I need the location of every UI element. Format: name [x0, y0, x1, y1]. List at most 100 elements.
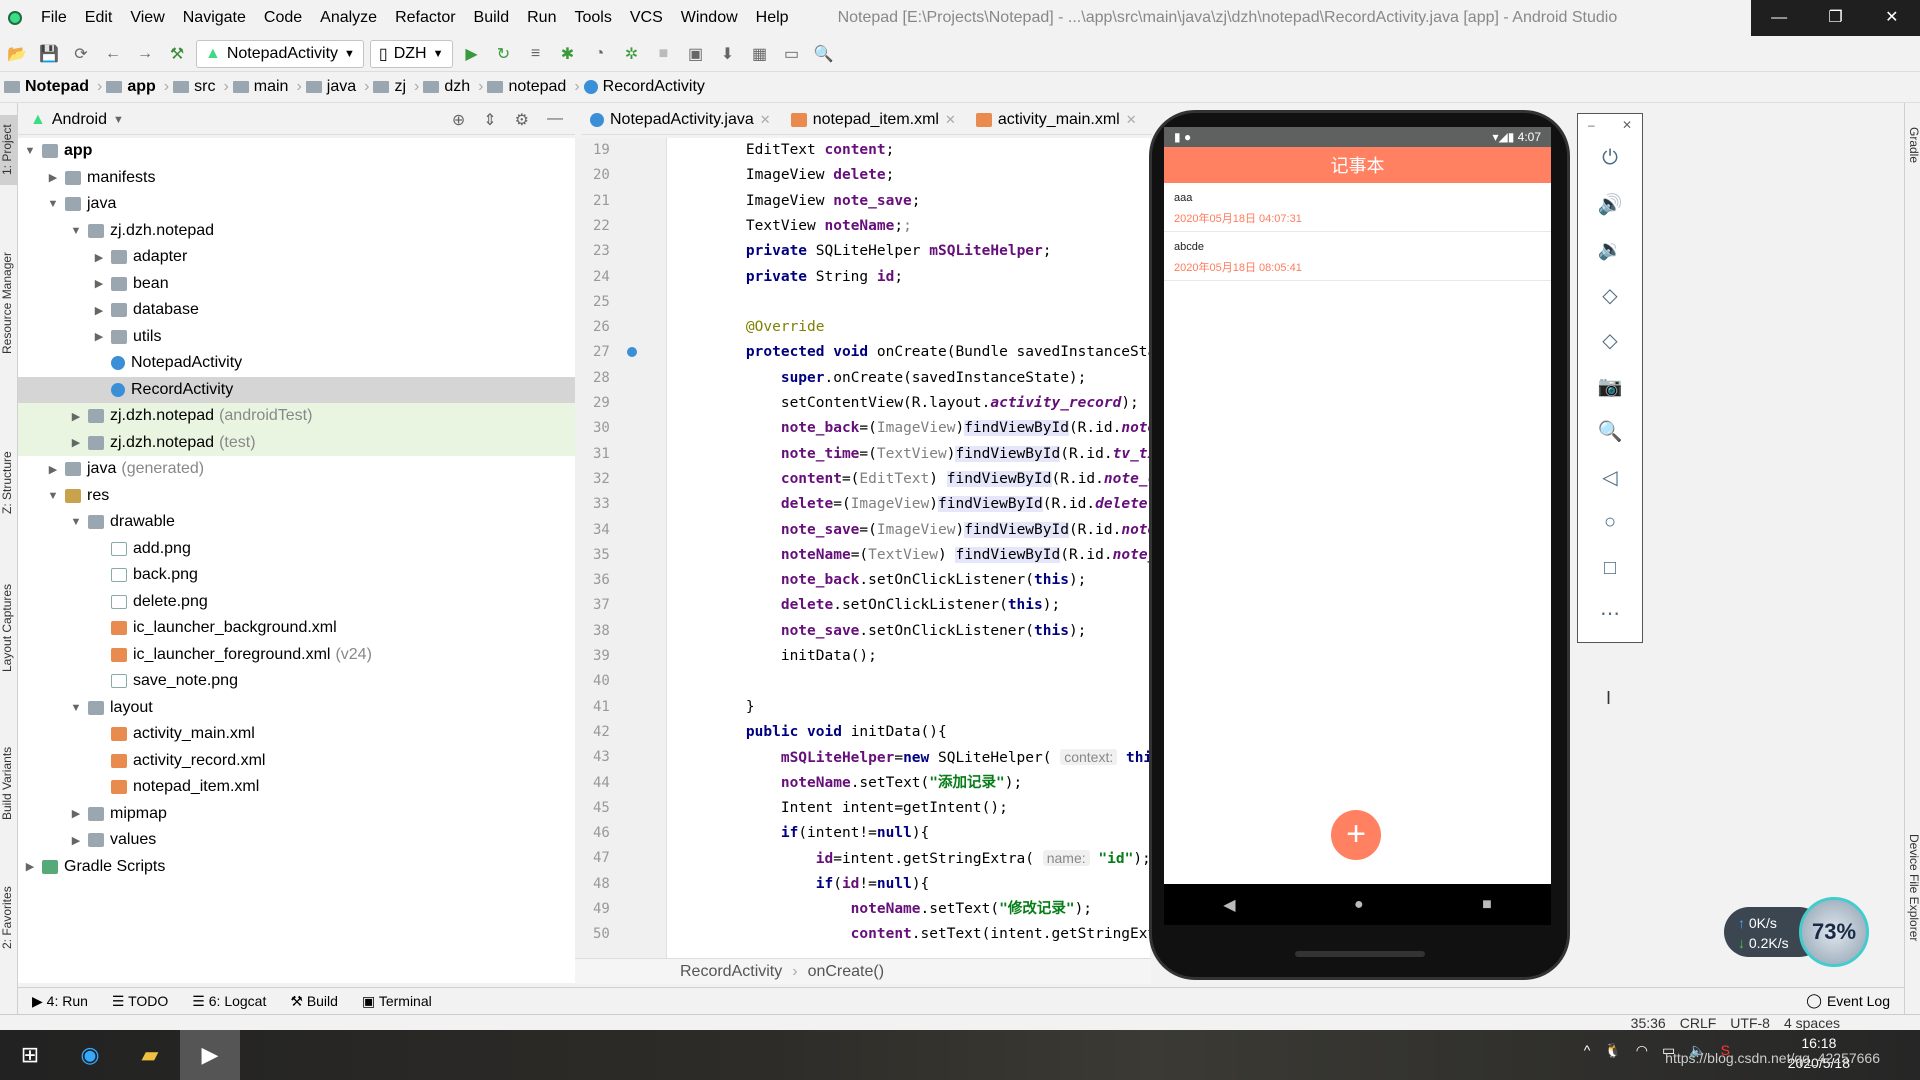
breadcrumb-item[interactable]: zj	[373, 78, 410, 96]
tool-tab-gradle[interactable]: Gradle	[1905, 115, 1920, 175]
tool-tab-device-file-explorer[interactable]: Device File Explorer	[1905, 803, 1920, 973]
code-line[interactable]: Intent intent=getIntent();	[711, 796, 1008, 821]
code-editor[interactable]: EditText content; ImageView delete; Imag…	[667, 138, 1150, 958]
collapsed-arrow-icon[interactable]: ▶	[45, 171, 61, 184]
volume-down-icon[interactable]: 🔉	[1598, 227, 1623, 273]
file-encoding[interactable]: UTF-8	[1730, 1015, 1770, 1031]
attach-debugger-icon[interactable]: ✲	[619, 41, 645, 67]
tree-item[interactable]: save_note.png	[18, 668, 575, 695]
code-line[interactable]: note_save=(ImageView)findViewById(R.id.n…	[711, 518, 1150, 543]
breadcrumb-item[interactable]: dzh	[423, 78, 474, 96]
home-icon[interactable]: ○	[1604, 500, 1616, 546]
collapsed-arrow-icon[interactable]: ▶	[91, 330, 107, 343]
code-line[interactable]: private String id;	[711, 265, 903, 290]
qq-icon[interactable]: 🐧	[1604, 1042, 1621, 1059]
android-studio-taskbar-icon[interactable]: ▶	[180, 1030, 240, 1080]
code-line[interactable]: super.onCreate(savedInstanceState);	[711, 366, 1087, 391]
open-icon[interactable]: 📂	[4, 41, 30, 67]
tree-item[interactable]: ▶ adapter	[18, 244, 575, 271]
file-explorer-icon[interactable]: ▰	[120, 1030, 180, 1080]
breadcrumb-item[interactable]: main	[232, 78, 293, 96]
code-line[interactable]: noteName.setText("添加记录");	[711, 771, 1022, 796]
crumb-class[interactable]: RecordActivity	[680, 963, 782, 981]
breadcrumb-item[interactable]: app	[106, 78, 159, 96]
more-icon[interactable]: ⋯	[1600, 591, 1620, 637]
tree-item[interactable]: ▼ res	[18, 483, 575, 510]
tool-tab-resource-manager[interactable]: Resource Manager	[0, 238, 18, 368]
project-view-select[interactable]: Android	[52, 111, 107, 129]
expanded-arrow-icon[interactable]: ▼	[45, 198, 61, 210]
code-line[interactable]: id=intent.getStringExtra( name: "id");	[711, 846, 1150, 871]
menu-tools[interactable]: Tools	[565, 9, 620, 27]
tool-tab-build-variants[interactable]: Build Variants	[0, 733, 18, 833]
sync-icon[interactable]: ⟳	[68, 41, 94, 67]
menu-help[interactable]: Help	[747, 9, 798, 27]
make-hammer-icon[interactable]: ⚒	[164, 41, 190, 67]
browser-icon[interactable]: ◉	[60, 1030, 120, 1080]
tree-item[interactable]: ▶ database	[18, 297, 575, 324]
tree-item[interactable]: ▶ bean	[18, 271, 575, 298]
code-line[interactable]: initData();	[711, 644, 877, 669]
collapse-all-icon[interactable]: ⇕	[483, 110, 496, 130]
code-line[interactable]: content.setText(intent.getStringExtr	[711, 922, 1150, 947]
nav-recents-icon[interactable]: ■	[1482, 896, 1492, 914]
caret-position[interactable]: 35:36	[1631, 1015, 1666, 1031]
tree-item[interactable]: ▼ drawable	[18, 509, 575, 536]
tree-item[interactable]: ▶ Gradle Scripts	[18, 854, 575, 881]
collapsed-arrow-icon[interactable]: ▶	[68, 410, 84, 423]
locate-icon[interactable]: ⊕	[452, 110, 465, 130]
code-line[interactable]: mSQLiteHelper=new SQLiteHelper( context:…	[711, 745, 1150, 770]
breadcrumb-item[interactable]: notepad	[487, 78, 570, 96]
collapsed-arrow-icon[interactable]: ▶	[68, 807, 84, 820]
tab-run[interactable]: ▶ 4: Run	[32, 993, 88, 1010]
minimize-icon[interactable]: –	[1588, 118, 1595, 132]
sdk-manager-icon[interactable]: ⬇	[715, 41, 741, 67]
close-tab-icon[interactable]: ✕	[1126, 112, 1137, 128]
menu-file[interactable]: File	[32, 9, 76, 27]
search-icon[interactable]: 🔍	[811, 41, 837, 67]
code-line[interactable]: TextView noteName;;	[711, 214, 912, 239]
tree-item[interactable]: ▼ java	[18, 191, 575, 218]
breadcrumb-item[interactable]: Notepad	[4, 78, 93, 96]
crumb-method[interactable]: onCreate()	[808, 963, 884, 981]
overview-icon[interactable]: □	[1604, 546, 1616, 592]
tree-item[interactable]: notepad_item.xml	[18, 774, 575, 801]
collapsed-arrow-icon[interactable]: ▶	[45, 463, 61, 476]
tree-item[interactable]: activity_main.xml	[18, 721, 575, 748]
project-structure-icon[interactable]: ▦	[747, 41, 773, 67]
forward-icon[interactable]: →	[132, 41, 158, 67]
tab-terminal[interactable]: ▣ Terminal	[362, 993, 432, 1010]
apply-changes-icon[interactable]: ↻	[491, 41, 517, 67]
run-icon[interactable]: ▶	[459, 41, 485, 67]
back-icon[interactable]: ←	[100, 41, 126, 67]
code-line[interactable]: @Override	[711, 315, 825, 340]
breadcrumb-item[interactable]: java	[305, 78, 360, 96]
memory-percent[interactable]: 73%	[1799, 897, 1869, 967]
tree-item[interactable]: ic_launcher_foreground.xml (v24)	[18, 642, 575, 669]
tool-tab-project[interactable]: 1: Project	[0, 115, 18, 185]
code-line[interactable]: public void initData(){	[711, 720, 947, 745]
tab-logcat[interactable]: ☰ 6: Logcat	[192, 993, 266, 1010]
nav-home-icon[interactable]: ●	[1354, 896, 1364, 914]
tool-tab-structure[interactable]: Z: Structure	[0, 443, 18, 523]
tree-item[interactable]: delete.png	[18, 589, 575, 616]
indent-setting[interactable]: 4 spaces	[1784, 1015, 1840, 1031]
menu-navigate[interactable]: Navigate	[174, 9, 255, 27]
tree-item[interactable]: ▼ zj.dzh.notepad	[18, 218, 575, 245]
code-line[interactable]: }	[711, 695, 755, 720]
avd-manager-icon[interactable]: ▣	[683, 41, 709, 67]
code-line[interactable]: note_save.setOnClickListener(this);	[711, 619, 1087, 644]
note-list-item[interactable]: abcde 2020年05月18日 08:05:41	[1164, 232, 1551, 281]
volume-up-icon[interactable]: 🔊	[1598, 182, 1623, 228]
expanded-arrow-icon[interactable]: ▼	[68, 702, 84, 714]
breadcrumb-item[interactable]: RecordActivity	[583, 78, 709, 96]
collapsed-arrow-icon[interactable]: ▶	[91, 251, 107, 264]
code-line[interactable]: content=(EditText) findViewById(R.id.not…	[711, 467, 1150, 492]
collapsed-arrow-icon[interactable]: ▶	[91, 304, 107, 317]
code-line[interactable]: if(id!=null){	[711, 872, 930, 897]
debug-icon[interactable]: ✱	[555, 41, 581, 67]
tree-item[interactable]: back.png	[18, 562, 575, 589]
note-list-item[interactable]: aaa 2020年05月18日 04:07:31	[1164, 183, 1551, 232]
menu-view[interactable]: View	[121, 9, 173, 27]
code-line[interactable]: delete=(ImageView)findViewById(R.id.dele…	[711, 492, 1150, 517]
